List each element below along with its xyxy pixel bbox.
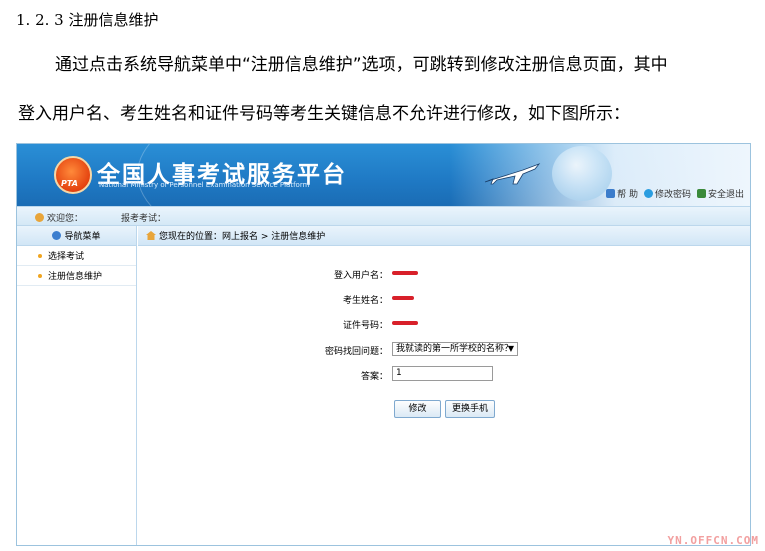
change-password-link[interactable]: 修改密码 <box>643 187 691 200</box>
top-links: 帮 助 修改密码 安全退出 <box>606 187 744 200</box>
app-banner: PTA 全国人事考试服务平台 National Ministry of Pers… <box>17 144 750 206</box>
exam-label: 报考考试： <box>121 214 167 224</box>
answer-input[interactable]: 1 <box>392 366 493 381</box>
home-icon <box>146 231 156 240</box>
exit-icon <box>696 189 706 198</box>
sidebar-item-label: 选择考试 <box>48 252 85 262</box>
answer-label: 答案： <box>360 372 388 382</box>
bullet-icon <box>38 273 42 278</box>
logout-link[interactable]: 安全退出 <box>696 187 744 200</box>
username-label: 登入用户名： <box>333 271 388 281</box>
name-label: 考生姓名： <box>342 296 388 306</box>
security-question-select[interactable]: 我就读的第一所学校的名称？ ▼ <box>392 342 518 356</box>
watermark: YN.OFFCN.COM <box>667 534 759 547</box>
logout-label: 安全退出 <box>707 190 744 200</box>
bullet-icon <box>38 253 42 258</box>
change-password-label: 修改密码 <box>654 190 691 200</box>
pta-logo-icon: PTA <box>54 156 92 194</box>
name-value-redacted <box>392 296 414 300</box>
paragraph-line-2: 登入用户名、考生姓名和证件号码等考生关键信息不允许进行修改，如下图所示： <box>18 104 630 124</box>
embedded-screenshot: PTA 全国人事考试服务平台 National Ministry of Pers… <box>16 143 751 546</box>
modify-button[interactable]: 修改 <box>394 400 441 418</box>
sidebar: 导航菜单 选择考试 注册信息维护 <box>17 226 137 545</box>
breadcrumb-text: 您现在的位置：网上报名 > 注册信息维护 <box>159 232 326 242</box>
main-content: 您现在的位置：网上报名 > 注册信息维护 登入用户名： 考生姓名： 证件号码： … <box>138 226 750 545</box>
help-icon <box>606 189 616 198</box>
airplane-icon <box>484 163 541 185</box>
paragraph-line-1: 通过点击系统导航菜单中“注册信息维护”选项，可跳转到修改注册信息页面，其中 <box>55 55 668 75</box>
change-phone-button[interactable]: 更换手机 <box>445 400 495 418</box>
security-question-label: 密码找回问题： <box>324 347 388 357</box>
dropdown-arrow-icon: ▼ <box>507 344 514 353</box>
sidebar-item-registration-info[interactable]: 注册信息维护 <box>17 266 136 286</box>
welcome-bar: 欢迎您： 报考考试： <box>17 206 750 226</box>
sidebar-item-select-exam[interactable]: 选择考试 <box>17 246 136 266</box>
menu-icon <box>52 231 62 240</box>
section-heading: 1. 2. 3 注册信息维护 <box>16 11 159 29</box>
globe-icon <box>552 146 612 201</box>
sidebar-item-label: 注册信息维护 <box>48 272 103 282</box>
sidebar-header: 导航菜单 <box>17 226 136 246</box>
help-link[interactable]: 帮 助 <box>606 187 638 200</box>
app-subtitle: National Ministry of Personnel Examinati… <box>99 181 310 189</box>
welcome-label: 欢迎您： <box>47 214 84 224</box>
password-icon <box>643 189 653 198</box>
security-question-value: 我就读的第一所学校的名称？ <box>396 344 514 354</box>
id-number-value-redacted <box>392 321 418 325</box>
user-icon <box>35 213 44 222</box>
logo-badge-text: PTA <box>61 179 78 188</box>
username-value-redacted <box>392 271 418 275</box>
help-link-label: 帮 助 <box>617 190 638 200</box>
breadcrumb: 您现在的位置：网上报名 > 注册信息维护 <box>138 226 750 246</box>
sidebar-header-label: 导航菜单 <box>64 232 101 242</box>
id-number-label: 证件号码： <box>342 321 388 331</box>
